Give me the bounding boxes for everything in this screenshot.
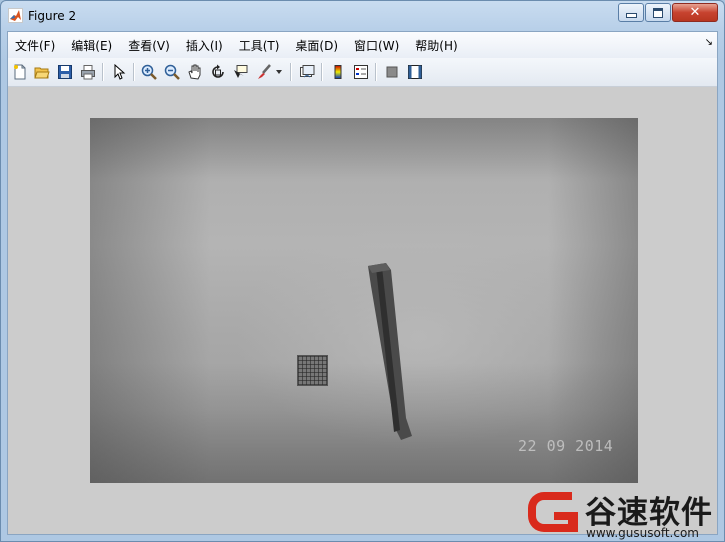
menu-insert[interactable]: 插入(I) bbox=[178, 37, 231, 54]
minimize-icon bbox=[625, 13, 637, 18]
gusu-logo bbox=[528, 492, 578, 532]
rod-object bbox=[368, 263, 412, 440]
minimize-button[interactable] bbox=[618, 3, 644, 22]
toolbar-separator bbox=[133, 63, 135, 81]
figure-window: Figure 2 ✕ 文件(F) 编辑(E) 查看(V) 插入(I) 工具(T)… bbox=[0, 0, 725, 542]
title-bar[interactable]: Figure 2 ✕ bbox=[1, 1, 724, 31]
open-file-button[interactable] bbox=[32, 62, 52, 82]
new-figure-button[interactable] bbox=[10, 62, 30, 82]
window-title: Figure 2 bbox=[28, 9, 77, 23]
brush-button[interactable] bbox=[254, 62, 274, 82]
link-plot-button[interactable] bbox=[297, 62, 317, 82]
figure-canvas[interactable]: 22 09 2014 bbox=[8, 87, 717, 534]
toolbar-separator bbox=[321, 63, 323, 81]
hide-plot-tools-icon bbox=[386, 66, 398, 78]
data-cursor-icon bbox=[234, 65, 248, 78]
watermark-url: www.gususoft.com bbox=[586, 526, 699, 540]
menu-file[interactable]: 文件(F) bbox=[8, 37, 63, 54]
brush-icon bbox=[258, 64, 271, 79]
image-timestamp: 22 09 2014 bbox=[518, 437, 614, 455]
show-plot-tools-button[interactable] bbox=[405, 62, 425, 82]
insert-legend-icon bbox=[354, 65, 368, 79]
figure-toolbar bbox=[8, 58, 717, 87]
rotate-3d-icon bbox=[212, 64, 224, 78]
image-axes[interactable]: 22 09 2014 bbox=[90, 118, 638, 483]
watermark: 谷速软件 www.gususoft.com bbox=[526, 484, 725, 542]
close-button[interactable]: ✕ bbox=[672, 3, 718, 22]
maximize-icon bbox=[653, 7, 663, 18]
close-icon: ✕ bbox=[689, 5, 701, 20]
menu-help[interactable]: 帮助(H) bbox=[407, 37, 465, 54]
menu-bar: 文件(F) 编辑(E) 查看(V) 插入(I) 工具(T) 桌面(D) 窗口(W… bbox=[8, 32, 717, 58]
pan-button[interactable] bbox=[185, 62, 205, 82]
figure-client-area: 文件(F) 编辑(E) 查看(V) 插入(I) 工具(T) 桌面(D) 窗口(W… bbox=[7, 31, 718, 535]
zoom-in-icon bbox=[141, 64, 157, 80]
save-icon bbox=[58, 65, 72, 79]
dock-arrow-icon[interactable]: ↘ bbox=[705, 37, 713, 48]
edit-plot-button[interactable] bbox=[109, 62, 129, 82]
brush-dropdown-button[interactable] bbox=[273, 62, 285, 82]
maximize-button[interactable] bbox=[645, 3, 671, 22]
insert-colorbar-icon bbox=[334, 65, 342, 79]
print-button[interactable] bbox=[78, 62, 98, 82]
brush-dropdown-icon bbox=[276, 70, 282, 74]
new-figure-icon bbox=[14, 64, 26, 80]
menu-tools[interactable]: 工具(T) bbox=[231, 37, 288, 54]
menu-edit[interactable]: 编辑(E) bbox=[63, 37, 120, 54]
save-button[interactable] bbox=[55, 62, 75, 82]
menu-window[interactable]: 窗口(W) bbox=[346, 37, 407, 54]
menu-desktop[interactable]: 桌面(D) bbox=[287, 37, 346, 54]
zoom-out-icon bbox=[164, 64, 180, 80]
insert-legend-button[interactable] bbox=[351, 62, 371, 82]
edit-plot-pointer-icon bbox=[114, 64, 126, 80]
hide-plot-tools-button[interactable] bbox=[382, 62, 402, 82]
menu-view[interactable]: 查看(V) bbox=[120, 37, 178, 54]
toolbar-separator bbox=[375, 63, 377, 81]
pan-hand-icon bbox=[188, 64, 201, 80]
zoom-in-button[interactable] bbox=[139, 62, 159, 82]
matlab-logo-icon bbox=[8, 8, 23, 23]
print-icon bbox=[81, 65, 95, 80]
data-cursor-button[interactable] bbox=[230, 62, 250, 82]
zoom-out-button[interactable] bbox=[162, 62, 182, 82]
rotate-3d-button[interactable] bbox=[208, 62, 228, 82]
toolbar-separator bbox=[102, 63, 104, 81]
open-file-icon bbox=[34, 67, 50, 79]
toolbar-separator bbox=[290, 63, 292, 81]
grid-chip-object bbox=[297, 355, 328, 386]
link-plot-icon bbox=[300, 65, 315, 78]
show-plot-tools-icon bbox=[408, 65, 422, 79]
insert-colorbar-button[interactable] bbox=[328, 62, 348, 82]
